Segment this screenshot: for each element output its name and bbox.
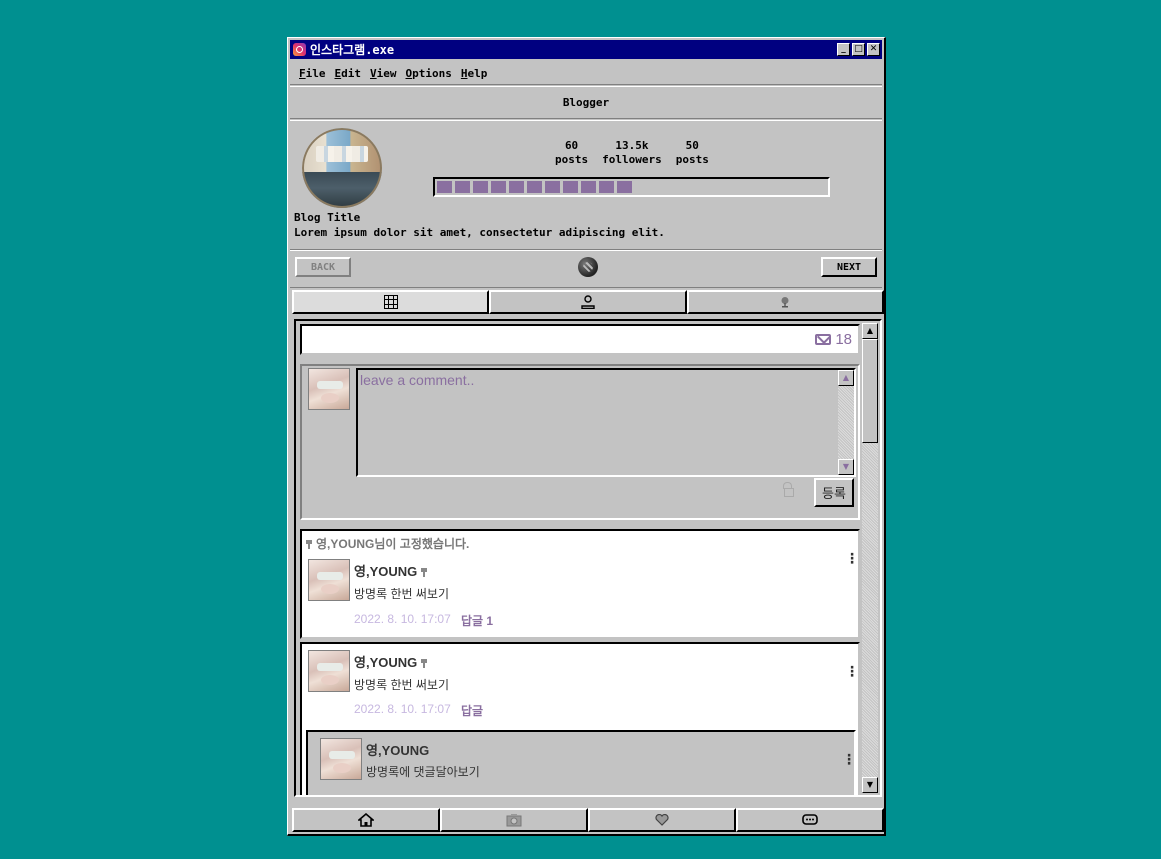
comment-date: 2022. 8. 10. 17:07 (354, 612, 451, 626)
guestbook-panel[interactable]: 18 leave a comment.. ▲ ▼ 등록 영,YOUNG님이 고정… (294, 319, 882, 797)
reply-link[interactable]: 답글 1 (461, 612, 493, 629)
stat-posts[interactable]: 60 posts (555, 139, 588, 167)
more-options-icon[interactable]: ⋮ (845, 551, 859, 567)
scroll-up-button[interactable]: ▲ (862, 323, 878, 339)
lock-icon[interactable] (783, 482, 794, 497)
menu-help[interactable]: Help (461, 67, 488, 80)
progress-block (599, 181, 614, 193)
comment-author[interactable]: 영,YOUNG (354, 561, 431, 580)
nav-likes[interactable] (588, 808, 736, 832)
pinned-note: 영,YOUNG님이 고정했습니다. (306, 535, 469, 552)
tab-grid[interactable] (292, 290, 490, 314)
progress-block (563, 181, 578, 193)
chat-icon (802, 814, 818, 825)
progress-block (437, 181, 452, 193)
reply-link[interactable]: 답글 (461, 702, 483, 719)
progress-block (473, 181, 488, 193)
heart-icon (655, 814, 669, 826)
scroll-down-button[interactable]: ▼ (862, 777, 878, 793)
menu-edit[interactable]: Edit (335, 67, 362, 80)
comment-placeholder: leave a comment.. (360, 372, 475, 388)
nav-home[interactable] (292, 808, 440, 832)
progress-block (491, 181, 506, 193)
scroll-thumb[interactable] (862, 339, 878, 443)
comment-text: 방명록 한번 써보기 (354, 678, 449, 692)
bottom-nav (292, 808, 884, 832)
composer-avatar (308, 368, 350, 410)
menu-file[interactable]: File (299, 67, 326, 80)
stat-following[interactable]: 50 posts (676, 139, 709, 167)
menu-bar: File Edit View Options Help (290, 62, 882, 85)
globe-icon[interactable] (578, 257, 598, 277)
nav-camera[interactable] (440, 808, 588, 832)
submit-button[interactable]: 등록 (814, 478, 854, 507)
maximize-button[interactable]: □ (852, 43, 865, 56)
stat-followers[interactable]: 13.5k followers (602, 139, 662, 167)
back-button[interactable]: BACK (295, 257, 351, 277)
progress-block (581, 181, 596, 193)
title-bar[interactable]: 인스타그램.exe _ □ ✕ (290, 40, 882, 59)
user-icon (581, 295, 595, 309)
tab-location[interactable] (686, 290, 884, 314)
pin-icon (306, 540, 312, 550)
reply-text: 방명록에 댓글달아보기 (366, 765, 480, 779)
progress-bar (433, 177, 830, 197)
profile-section: 60 posts 13.5k followers 50 posts Blog Titl… (290, 120, 882, 250)
home-icon (358, 813, 374, 827)
blog-title: Blog Title (294, 211, 361, 224)
progress-block (455, 181, 470, 193)
window-title: 인스타그램.exe (310, 43, 395, 57)
menu-options[interactable]: Options (406, 67, 452, 80)
comment-item: 영,YOUNG님이 고정했습니다. 영,YOUNG 방명록 한번 써보기 202… (300, 529, 860, 639)
page-title: Blogger (562, 96, 610, 109)
comment-composer: leave a comment.. ▲ ▼ 등록 (300, 364, 860, 520)
comment-avatar[interactable] (308, 650, 350, 692)
menu-view[interactable]: View (370, 67, 397, 80)
profile-tabs (292, 290, 884, 314)
more-options-icon[interactable]: ⋮ (842, 752, 856, 768)
guestbook-count: 18 (300, 324, 860, 355)
minimize-button[interactable]: _ (837, 43, 850, 56)
mail-icon (815, 334, 832, 345)
input-scroll-down[interactable]: ▼ (838, 459, 854, 475)
input-scroll-up[interactable]: ▲ (838, 370, 854, 386)
comment-author[interactable]: 영,YOUNG (354, 652, 431, 671)
reply-author[interactable]: 영,YOUNG (366, 740, 429, 759)
next-button[interactable]: NEXT (821, 257, 877, 277)
blog-description: Lorem ipsum dolor sit amet, consectetur … (294, 226, 665, 239)
progress-block (545, 181, 560, 193)
comment-input-scrollbar[interactable]: ▲ ▼ (838, 370, 854, 475)
comment-item: 영,YOUNG 방명록 한번 써보기 2022. 8. 10. 17:07 답글… (300, 642, 860, 795)
progress-block (509, 181, 524, 193)
location-pin-icon (781, 297, 789, 308)
close-button[interactable]: ✕ (867, 43, 880, 56)
nav-row: BACK NEXT (290, 250, 882, 288)
comment-avatar[interactable] (308, 559, 350, 601)
grid-icon (383, 295, 398, 309)
reply-avatar[interactable] (320, 738, 362, 780)
progress-block (617, 181, 632, 193)
instagram-icon (293, 43, 306, 56)
comment-date: 2022. 8. 10. 17:07 (354, 702, 451, 716)
app-window: 인스타그램.exe _ □ ✕ File Edit View Options H… (287, 37, 886, 836)
profile-stats: 60 posts 13.5k followers 50 posts (555, 139, 709, 167)
pin-icon (420, 659, 427, 669)
reply-item: 영,YOUNG 방명록에 댓글달아보기 ⋮ (306, 730, 856, 795)
comment-text: 방명록 한번 써보기 (354, 587, 449, 601)
nav-messages[interactable] (736, 808, 884, 832)
guestbook-scrollbar[interactable]: ▲ ▼ (862, 323, 878, 793)
profile-avatar[interactable] (302, 128, 382, 208)
more-options-icon[interactable]: ⋮ (845, 664, 859, 680)
progress-block (527, 181, 542, 193)
comment-count: 18 (835, 331, 852, 348)
tab-profile[interactable] (489, 290, 687, 314)
page-header: Blogger (290, 86, 882, 119)
pin-icon (420, 568, 427, 578)
camera-icon (506, 814, 522, 827)
comment-input[interactable]: leave a comment.. ▲ ▼ (356, 368, 856, 477)
